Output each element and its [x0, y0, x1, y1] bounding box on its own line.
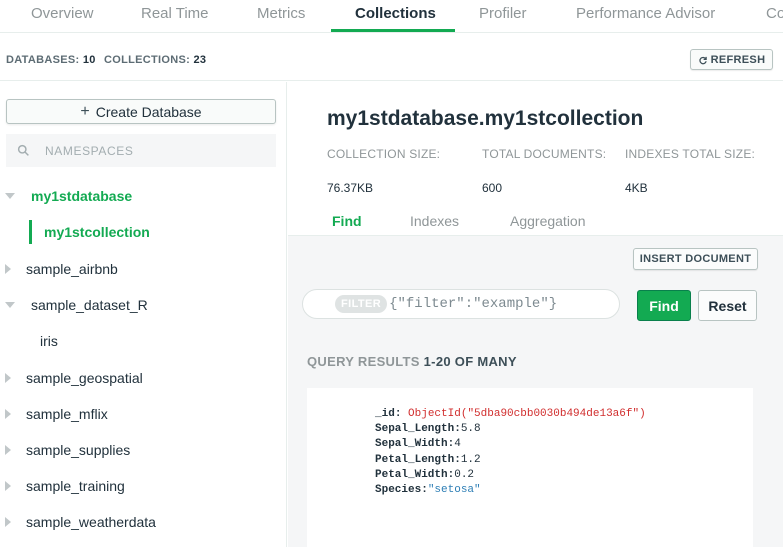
document-field: Sepal_Length:5.8: [375, 423, 481, 436]
field-key: Sepal_Length: [375, 423, 455, 436]
caret-right-icon[interactable]: [5, 517, 11, 527]
document-field: Petal_Length:1.2: [375, 453, 481, 466]
total-documents-label: TOTAL DOCUMENTS:: [482, 147, 607, 161]
tab-aggregation[interactable]: Aggregation: [510, 213, 586, 229]
tree-db-sample-weatherdata[interactable]: sample_weatherdata: [0, 507, 287, 537]
tree-db-my1stdatabase[interactable]: my1stdatabase: [0, 181, 287, 211]
field-value: 0.2: [454, 468, 475, 481]
databases-count: 10: [82, 54, 96, 66]
tree-item-label: my1stcollection: [44, 224, 150, 240]
collection-main: my1stdatabase.my1stcollection COLLECTION…: [288, 82, 783, 547]
caret-right-icon[interactable]: [5, 445, 11, 455]
document-fields: _id: ObjectId("5dba90cbb0030b494de13a6f"…: [375, 407, 646, 498]
tab-co[interactable]: Co: [766, 0, 783, 32]
databases-stat: DATABASES: 10: [6, 54, 96, 66]
tree-item-label: sample_dataset_R: [31, 297, 148, 313]
query-results-label: QUERY RESULTS 1-20 OF MANY: [307, 354, 517, 369]
document-field: Species:"setosa": [375, 484, 481, 497]
refresh-icon: [699, 56, 707, 64]
tree-db-sample-mflix[interactable]: sample_mflix: [0, 399, 287, 429]
insert-document-button[interactable]: INSERT DOCUMENT: [633, 248, 758, 270]
field-value: "setosa": [427, 484, 481, 497]
find-button[interactable]: Find: [637, 290, 691, 321]
caret-right-icon[interactable]: [5, 409, 11, 419]
collection-size-value: 76.37KB: [327, 181, 374, 195]
search-icon: [17, 144, 29, 156]
total-documents-value: 600: [482, 181, 503, 195]
collection-size-label: COLLECTION SIZE:: [327, 147, 441, 161]
indexes-size-value: 4KB: [625, 181, 648, 195]
indexes-size-label: INDEXES TOTAL SIZE:: [625, 147, 756, 161]
document-field: _id: ObjectId("5dba90cbb0030b494de13a6f"…: [375, 408, 646, 420]
tab-real-time[interactable]: Real Time: [141, 0, 209, 32]
tree-item-label: sample_geospatial: [26, 370, 143, 386]
find-content: INSERT DOCUMENT FILTER Find Reset QUERY …: [288, 235, 783, 547]
refresh-button[interactable]: REFRESH: [690, 49, 773, 70]
refresh-label: REFRESH: [710, 53, 766, 66]
databases-label: DATABASES:: [6, 54, 80, 66]
filter-input[interactable]: [389, 296, 610, 312]
tree-coll-my1stcollection[interactable]: my1stcollection: [0, 217, 287, 247]
stats-bar: DATABASES: 10 COLLECTIONS: 23 REFRESH: [0, 34, 783, 81]
tab-indexes[interactable]: Indexes: [410, 213, 459, 229]
tab-find[interactable]: Find: [332, 213, 362, 229]
tab-profiler[interactable]: Profiler: [479, 0, 527, 32]
filter-pill: FILTER: [335, 295, 388, 313]
tree-item-label: sample_training: [26, 478, 125, 494]
reset-button[interactable]: Reset: [698, 290, 757, 321]
query-results-text: QUERY RESULTS: [307, 354, 420, 369]
namespace-search: [6, 134, 276, 167]
tree-coll-iris[interactable]: iris: [0, 326, 287, 356]
tab-metrics[interactable]: Metrics: [257, 0, 305, 32]
plus-icon: +: [80, 102, 90, 120]
tab-performance-advisor[interactable]: Performance Advisor: [576, 0, 715, 32]
field-key: Sepal_Width: [375, 438, 448, 451]
tree-item-label: sample_airbnb: [26, 261, 118, 277]
field-key: Petal_Width: [375, 468, 448, 481]
document-card[interactable]: _id: ObjectId("5dba90cbb0030b494de13a6f"…: [307, 388, 753, 547]
field-value: 4: [454, 438, 461, 451]
caret-right-icon[interactable]: [5, 481, 11, 491]
active-tab-indicator: [331, 29, 455, 32]
tree-item-label: sample_weatherdata: [26, 514, 156, 530]
top-nav-tabs: Overview Real Time Metrics Collections P…: [0, 0, 783, 33]
caret-right-icon[interactable]: [5, 373, 11, 383]
tree-item-label: sample_supplies: [26, 442, 131, 458]
tree-item-label: iris: [40, 333, 58, 349]
namespace-search-input[interactable]: [45, 143, 245, 158]
caret-right-icon[interactable]: [5, 264, 11, 274]
create-database-button[interactable]: + Create Database: [6, 99, 276, 124]
field-key: Petal_Length: [375, 453, 455, 466]
tree-item-label: sample_mflix: [26, 406, 108, 422]
query-results-range: 1-20 OF MANY: [423, 354, 517, 369]
field-value: ObjectId("5dba90cbb0030b494de13a6f"): [408, 408, 646, 420]
document-field: Petal_Width:0.2: [375, 468, 475, 481]
field-key: _id: [375, 408, 395, 420]
tab-overview[interactable]: Overview: [31, 0, 94, 32]
caret-down-icon[interactable]: [5, 193, 15, 199]
tree-db-sample-airbnb[interactable]: sample_airbnb: [0, 254, 287, 284]
collections-count: 23: [193, 54, 207, 66]
create-database-label: Create Database: [95, 103, 202, 120]
tree-db-sample-training[interactable]: sample_training: [0, 471, 287, 501]
field-key: Species: [375, 484, 422, 497]
field-value: 1.2: [460, 453, 481, 466]
document-field: Sepal_Width:4: [375, 438, 461, 451]
namespace-sidebar: + Create Database my1stdatabase my1stcol…: [0, 82, 287, 547]
tree-db-sample-dataset-r[interactable]: sample_dataset_R: [0, 290, 287, 320]
collections-label: COLLECTIONS:: [104, 54, 191, 66]
collections-stat: COLLECTIONS: 23: [104, 54, 206, 66]
tree-item-label: my1stdatabase: [31, 188, 133, 204]
caret-down-icon[interactable]: [5, 302, 15, 308]
collection-title: my1stdatabase.my1stcollection: [327, 107, 644, 130]
tree-db-sample-supplies[interactable]: sample_supplies: [0, 435, 287, 465]
tree-db-sample-geospatial[interactable]: sample_geospatial: [0, 363, 287, 393]
filter-bar[interactable]: FILTER: [302, 289, 620, 319]
active-collection-indicator: [29, 220, 32, 244]
field-value: 5.8: [460, 423, 481, 436]
